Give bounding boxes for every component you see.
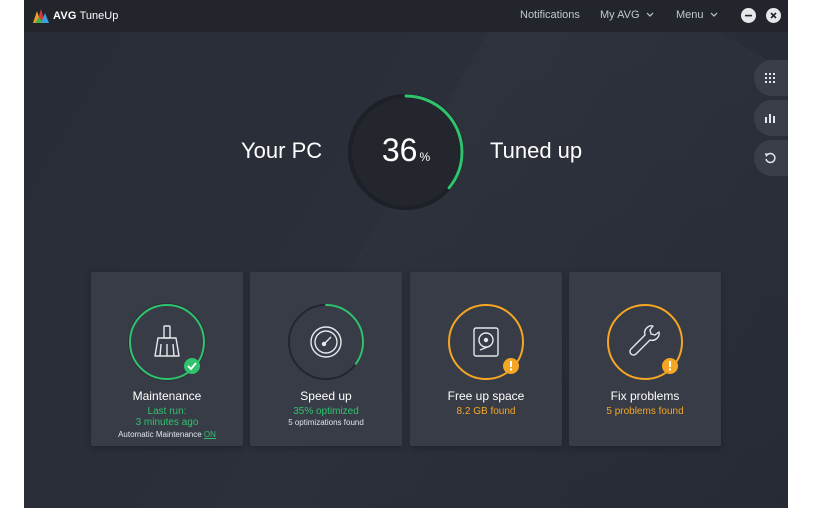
stats-icon xyxy=(765,114,775,123)
broom-icon xyxy=(154,325,180,357)
wrench-icon xyxy=(629,325,660,356)
warning-badge-icon xyxy=(503,358,519,374)
grid-icon xyxy=(765,73,775,83)
my-avg-label: My AVG xyxy=(600,9,640,21)
automatic-maintenance-toggle[interactable]: ON xyxy=(204,430,216,439)
menu-label: Menu xyxy=(676,9,704,21)
my-avg-menu[interactable]: My AVG xyxy=(600,9,654,21)
percentage-value: 36 xyxy=(381,132,418,168)
brand: AVG TuneUp xyxy=(33,7,118,25)
check-badge-icon xyxy=(184,358,200,374)
fix-problems-found: 5 problems found xyxy=(606,406,684,417)
notifications-label: Notifications xyxy=(520,9,580,21)
title-bar: AVG TuneUp Notifications My AVG Menu xyxy=(24,0,788,32)
speedometer-icon xyxy=(310,326,342,358)
app-window: AVG TuneUp Notifications My AVG Menu You… xyxy=(24,0,788,508)
speed-up-ring xyxy=(288,304,364,380)
free-up-space-title: Free up space xyxy=(447,389,525,403)
speed-up-card[interactable]: Speed up 35% optimized 5 optimizations f… xyxy=(250,272,402,446)
chevron-down-icon xyxy=(646,12,653,17)
maintenance-title: Maintenance xyxy=(132,389,202,403)
maintenance-card[interactable]: Maintenance Last run: 3 minutes ago Auto… xyxy=(91,272,243,446)
automatic-maintenance-label: Automatic Maintenance xyxy=(118,430,202,439)
minimize-button[interactable] xyxy=(741,8,756,23)
hero-right-label: Tuned up xyxy=(490,138,583,163)
free-up-space-found: 8.2 GB found xyxy=(456,406,516,417)
fix-problems-card[interactable]: Fix problems 5 problems found xyxy=(569,272,721,446)
speed-up-optimized: 35% optimized xyxy=(293,406,359,417)
brand-name: AVG xyxy=(53,10,77,22)
minimize-icon xyxy=(745,14,752,17)
menu-dropdown[interactable]: Menu xyxy=(676,9,718,21)
maintenance-ring xyxy=(128,303,206,381)
history-button[interactable] xyxy=(754,140,788,176)
hard-drive-icon xyxy=(473,327,499,357)
grid-view-button[interactable] xyxy=(754,60,788,96)
maintenance-last-run-time: 3 minutes ago xyxy=(135,417,199,428)
free-up-space-ring xyxy=(448,304,524,380)
automatic-maintenance-status: Automatic Maintenance ON xyxy=(91,430,243,439)
speed-up-optimizations-found: 5 optimizations found xyxy=(288,418,364,427)
notifications-link[interactable]: Notifications xyxy=(520,9,580,21)
warning-badge-icon xyxy=(662,358,678,374)
speed-up-title: Speed up xyxy=(300,389,352,403)
percentage-unit: % xyxy=(419,150,431,164)
chevron-down-icon xyxy=(710,12,717,17)
avg-logo-icon xyxy=(33,9,49,23)
fix-problems-title: Fix problems xyxy=(610,389,680,403)
free-up-space-card[interactable]: Free up space 8.2 GB found xyxy=(410,272,562,446)
hero-left-label: Your PC xyxy=(241,138,323,163)
tuneup-percentage: 36% xyxy=(344,132,468,175)
fix-problems-ring xyxy=(607,304,683,380)
maintenance-last-run-label: Last run: xyxy=(147,406,187,417)
close-icon xyxy=(770,12,777,19)
stats-button[interactable] xyxy=(754,100,788,136)
close-button[interactable] xyxy=(766,8,781,23)
product-name: TuneUp xyxy=(79,10,119,22)
history-icon xyxy=(765,152,776,164)
